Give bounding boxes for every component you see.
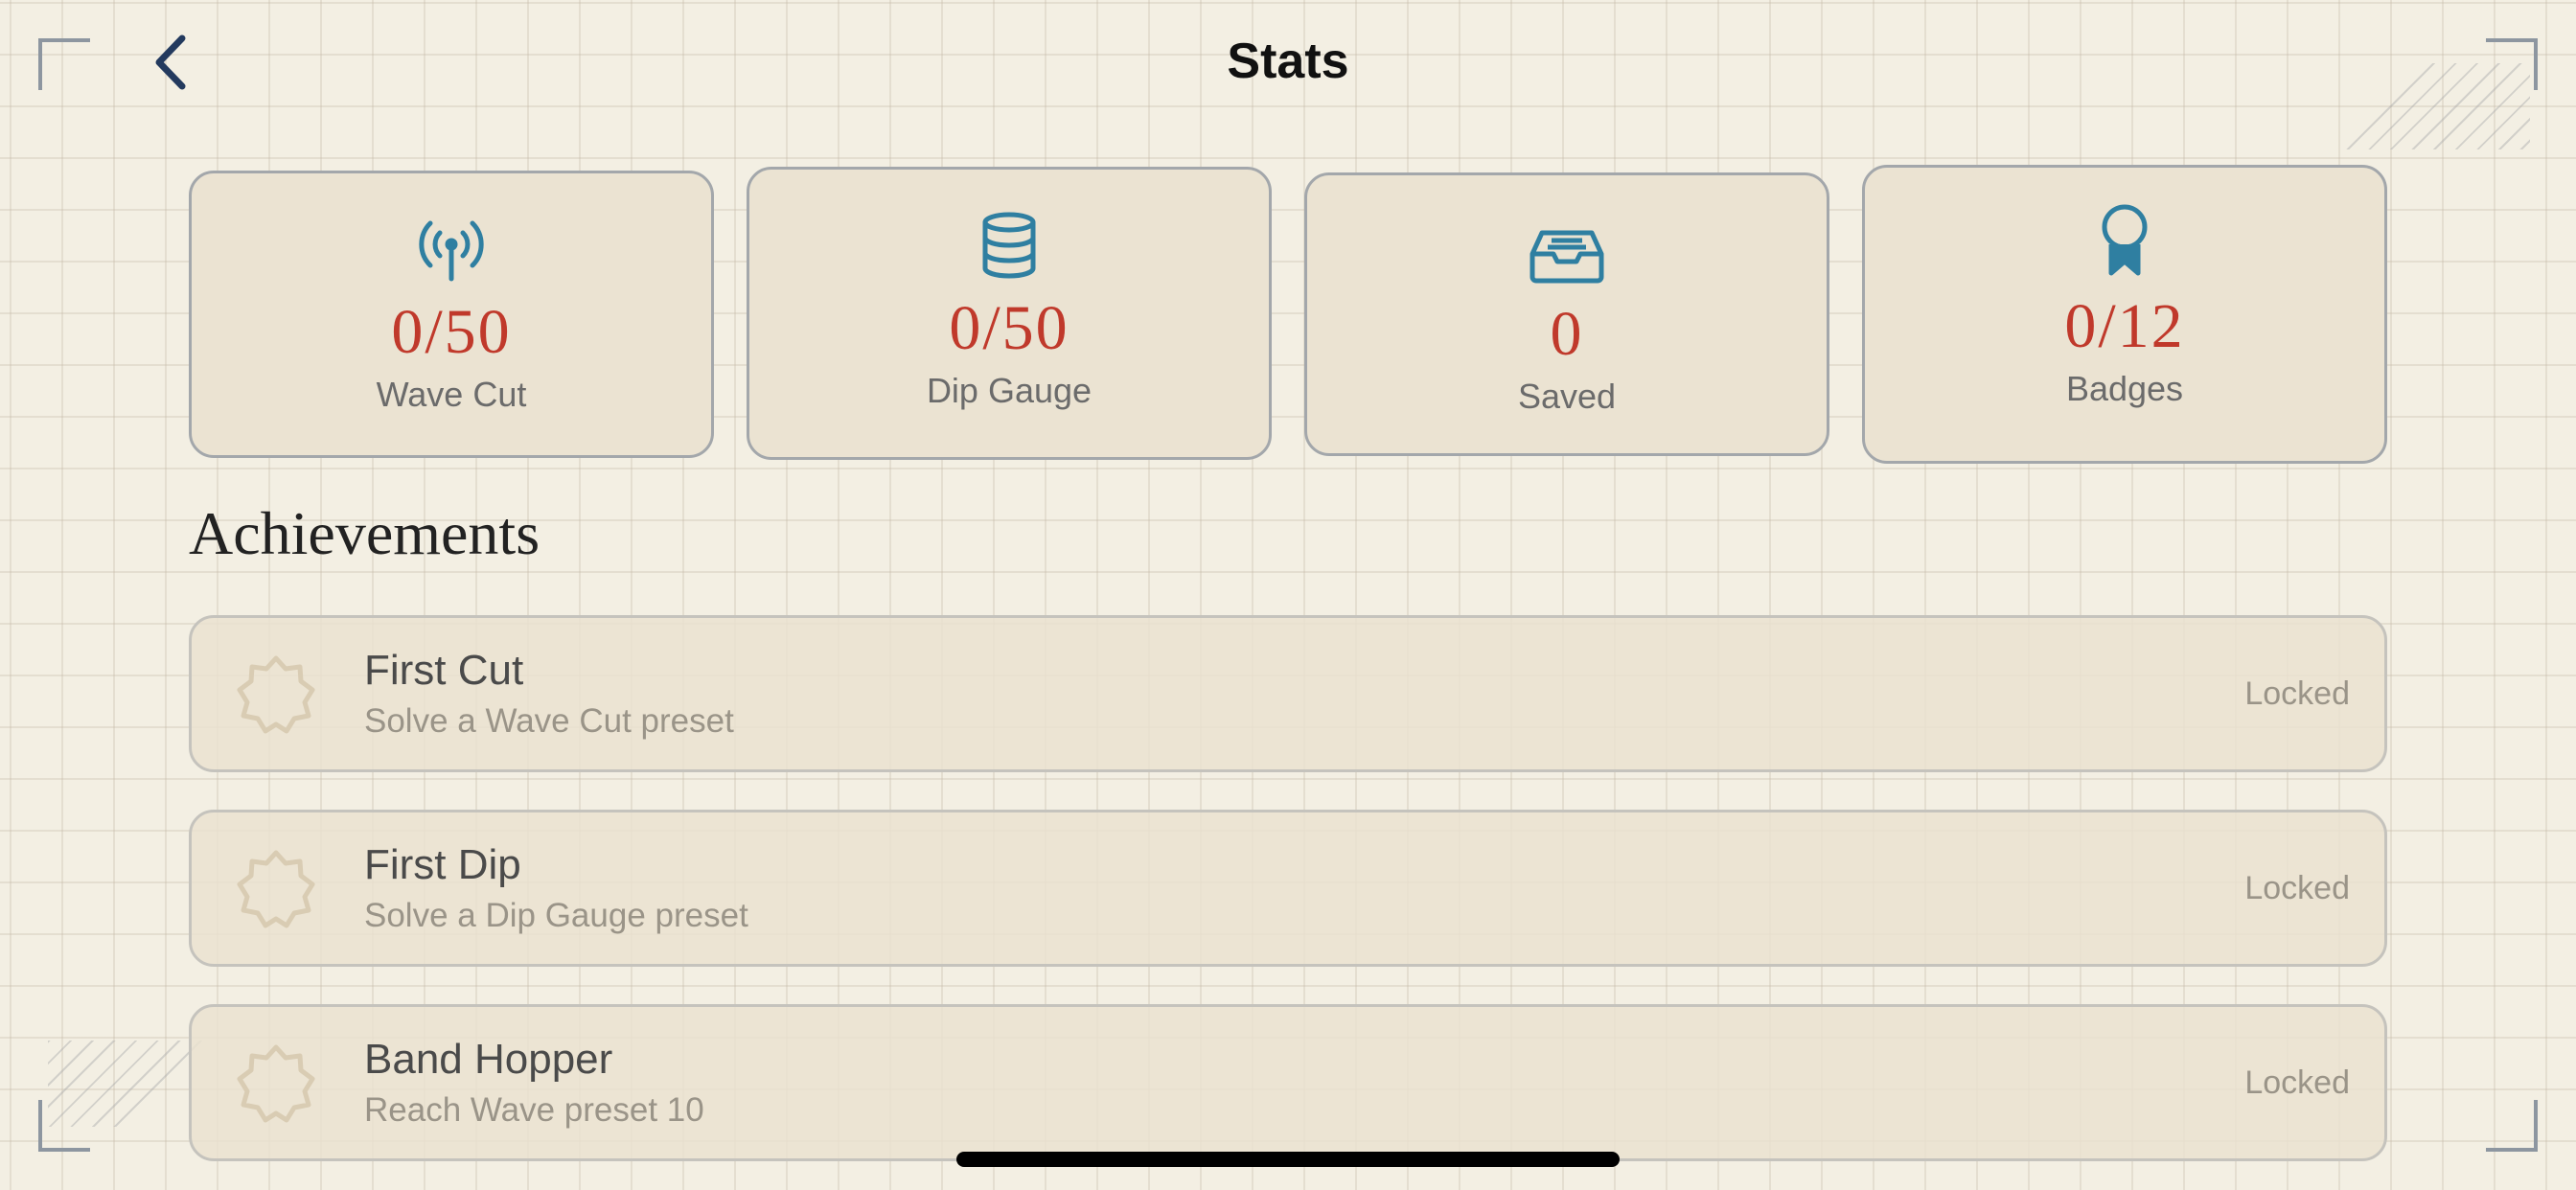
stat-value: 0/50 — [391, 297, 512, 367]
achievement-status: Locked — [2244, 870, 2350, 906]
achievements-heading: Achievements — [189, 499, 540, 567]
badge-outline-icon — [236, 654, 316, 740]
achievement-row-first-cut[interactable]: First Cut Solve a Wave Cut preset Locked — [189, 615, 2387, 772]
achievement-row-band-hopper[interactable]: Band Hopper Reach Wave preset 10 Locked — [189, 1004, 2387, 1161]
stat-label: Badges — [2065, 369, 2184, 408]
home-indicator[interactable] — [956, 1152, 1620, 1167]
stat-label: Wave Cut — [376, 375, 527, 414]
stat-card-badges: 0/12 Badges — [1862, 165, 2387, 464]
database-icon — [980, 202, 1038, 279]
badge-outline-icon — [236, 849, 316, 934]
stat-label: Dip Gauge — [926, 371, 1092, 410]
stat-card-saved: 0 Saved — [1304, 172, 1829, 456]
stat-value: 0 — [1550, 299, 1584, 369]
stat-value: 0/50 — [949, 293, 1070, 363]
stat-value: 0/12 — [2064, 291, 2185, 361]
stat-label: Saved — [1517, 377, 1617, 416]
achievement-title: First Dip — [364, 841, 521, 888]
badge-outline-icon — [236, 1043, 316, 1129]
corner-bracket-bottom-right — [2486, 1100, 2538, 1152]
achievement-row-first-dip[interactable]: First Dip Solve a Dip Gauge preset Locke… — [189, 810, 2387, 967]
achievement-description: Solve a Dip Gauge preset — [364, 897, 748, 934]
achievement-description: Reach Wave preset 10 — [364, 1091, 704, 1129]
antenna-icon — [415, 206, 488, 283]
inbox-icon — [1529, 208, 1605, 285]
award-ribbon-icon — [2098, 200, 2151, 277]
achievement-title: First Cut — [364, 647, 524, 694]
achievement-status: Locked — [2244, 1064, 2350, 1101]
achievement-title: Band Hopper — [364, 1036, 613, 1083]
page-title: Stats — [1227, 34, 1349, 89]
achievement-status: Locked — [2244, 675, 2350, 712]
stat-card-dip-gauge: 0/50 Dip Gauge — [747, 167, 1272, 460]
achievement-description: Solve a Wave Cut preset — [364, 702, 734, 740]
stat-card-wave-cut: 0/50 Wave Cut — [189, 171, 714, 458]
